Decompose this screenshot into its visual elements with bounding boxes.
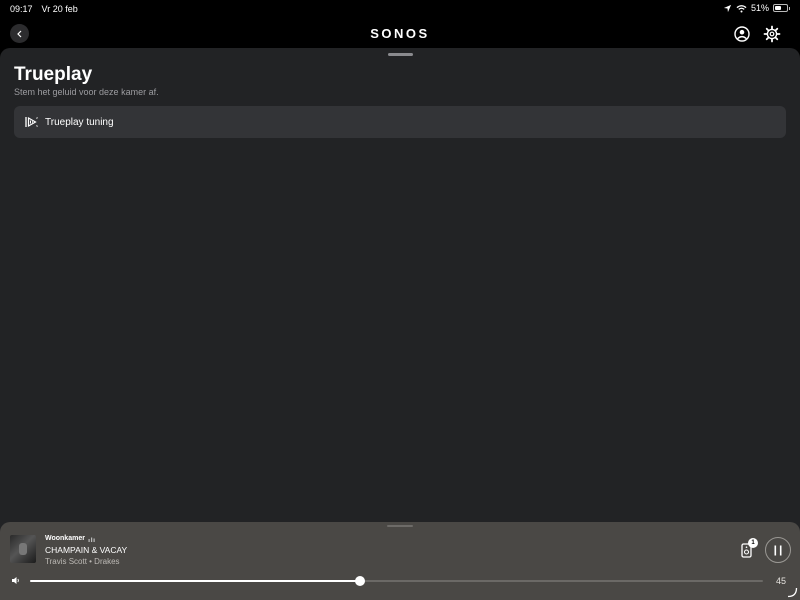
player-grabber[interactable] [387,525,413,527]
status-bar: 09:17 Vr 20 feb 51% [0,0,800,20]
battery-icon [773,4,788,12]
speaker-count-badge: 1 [748,538,758,548]
progress-arc-icon [787,587,798,598]
wifi-icon [736,4,747,13]
trueplay-tuning-row[interactable]: Trueplay tuning [14,106,786,138]
equalizer-icon [88,537,95,542]
sonos-logo: SONOS [370,26,430,41]
trueplay-icon [25,116,38,128]
page-title: Trueplay [14,64,93,85]
track-title: CHAMPAIN & VACAY [45,545,128,555]
mini-player[interactable]: Woonkamer CHAMPAIN & VACAY Travis Scott … [0,522,800,600]
location-icon [723,4,732,12]
volume-fill [30,580,360,582]
trueplay-sheet: Trueplay Stem het geluid voor deze kamer… [0,48,800,600]
page-subtitle: Stem het geluid voor deze kamer af. [14,87,159,97]
pause-icon [774,545,782,555]
status-date: Vr 20 feb [41,4,78,14]
status-time: 09:17 [10,4,33,14]
volume-slider[interactable] [30,580,763,582]
room-name: Woonkamer [45,535,95,542]
volume-thumb[interactable] [354,576,365,586]
trueplay-tuning-label: Trueplay tuning [45,116,114,128]
account-icon[interactable] [733,25,751,43]
sheet-grabber[interactable] [388,53,413,56]
settings-gear-icon[interactable] [763,25,781,43]
battery-percentage: 51% [750,3,769,13]
app-header: SONOS [0,20,800,48]
room-label: Woonkamer [45,535,85,542]
pause-button[interactable] [765,537,791,563]
volume-value: 45 [775,576,786,586]
track-artist: Travis Scott • Drakes [45,557,120,566]
volume-icon [12,577,19,584]
album-art[interactable] [10,535,36,563]
